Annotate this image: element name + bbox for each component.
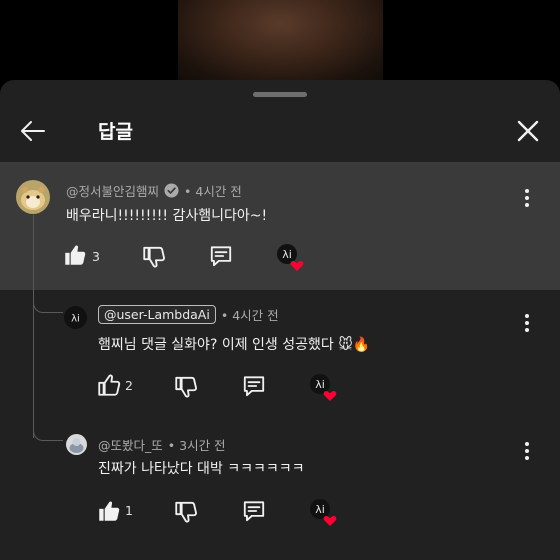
parent-comment: @정서불안김햄찌 • 4시간 전 배우라니!!!!!!!!! 감사햄니다아~! … — [0, 163, 560, 290]
drag-handle[interactable] — [253, 92, 307, 97]
reply-button[interactable] — [241, 498, 267, 524]
comment-meta: @정서불안김햄찌 • 4시간 전 — [66, 181, 242, 200]
thumbs-down-icon — [175, 501, 197, 523]
creator-badge-label: λi — [282, 248, 292, 261]
svg-text:λi: λi — [315, 378, 325, 391]
thread-line — [33, 215, 34, 438]
heart-icon — [290, 261, 304, 271]
more-vertical-icon — [525, 442, 529, 460]
close-icon — [517, 120, 539, 142]
dislike-button[interactable] — [173, 499, 199, 525]
svg-text:λi: λi — [71, 314, 80, 325]
comment-icon — [210, 246, 232, 267]
thumbs-up-icon — [98, 374, 121, 396]
comment-meta: @user-LambdaAi • 4시간 전 — [98, 305, 279, 324]
creator-heart-badge: λi — [309, 498, 337, 526]
thread-connector — [33, 420, 63, 441]
sheet-header: 답글 — [0, 104, 560, 162]
like-button[interactable] — [96, 372, 122, 398]
arrow-left-icon — [21, 121, 45, 141]
more-options-button[interactable] — [521, 187, 533, 209]
more-options-button[interactable] — [521, 440, 533, 462]
thumbs-down-icon — [175, 376, 197, 398]
page-title: 답글 — [98, 121, 133, 143]
like-count: 1 — [125, 503, 133, 518]
creator-heart-badge: λi — [309, 373, 337, 401]
reply-button[interactable] — [208, 243, 234, 269]
more-vertical-icon — [525, 189, 529, 207]
thumbs-up-filled-icon — [99, 501, 120, 521]
thumbs-down-icon — [143, 246, 165, 268]
thumbs-up-filled-icon — [65, 245, 86, 265]
svg-text:λi: λi — [315, 503, 325, 516]
mention-chip[interactable]: @user-LambdaAi — [98, 305, 216, 324]
avatar[interactable]: λi — [64, 306, 87, 329]
comment-icon — [243, 501, 265, 522]
comment-icon — [243, 376, 265, 397]
author-name[interactable]: @또봤다_또 — [98, 435, 163, 454]
more-vertical-icon — [525, 314, 529, 332]
avatar[interactable] — [16, 180, 50, 214]
creator-heart-badge: λi — [276, 243, 304, 271]
comment-time: • 3시간 전 — [167, 438, 226, 453]
video-thumbnail — [178, 0, 383, 80]
author-name[interactable]: @정서불안김햄찌 — [66, 181, 159, 200]
like-count: 3 — [92, 249, 100, 264]
close-button[interactable] — [513, 116, 543, 146]
comment-text: 배우라니!!!!!!!!! 감사햄니다아~! — [66, 208, 268, 224]
like-count: 2 — [125, 378, 133, 393]
more-options-button[interactable] — [522, 270, 534, 292]
replies-sheet: 답글 @정서불안김햄찌 • 4시간 전 배우라니!!!!!!!!! 감사햄니다아… — [0, 80, 560, 560]
like-button[interactable] — [62, 242, 88, 268]
back-button[interactable] — [18, 116, 48, 146]
more-options-button[interactable] — [521, 312, 533, 334]
dislike-button[interactable] — [173, 374, 199, 400]
comment-meta: @또봤다_또 • 3시간 전 — [98, 435, 226, 454]
heart-icon — [323, 391, 337, 401]
dislike-button[interactable] — [141, 244, 167, 270]
heart-icon — [323, 516, 337, 526]
avatar[interactable] — [66, 434, 87, 455]
comment-time: • 4시간 전 — [184, 184, 242, 199]
like-button[interactable] — [96, 498, 122, 524]
verified-check-icon — [164, 183, 179, 198]
reply-button[interactable] — [241, 373, 267, 399]
comment-text: 진짜가 나타났다 대박 ㅋㅋㅋㅋㅋㅋ — [98, 461, 305, 477]
comment-text: 햄찌님 댓글 실화야? 이제 인생 성공했다 🐭🔥 — [98, 337, 371, 353]
thread-connector — [33, 292, 63, 313]
comment-time: • 4시간 전 — [220, 308, 279, 323]
